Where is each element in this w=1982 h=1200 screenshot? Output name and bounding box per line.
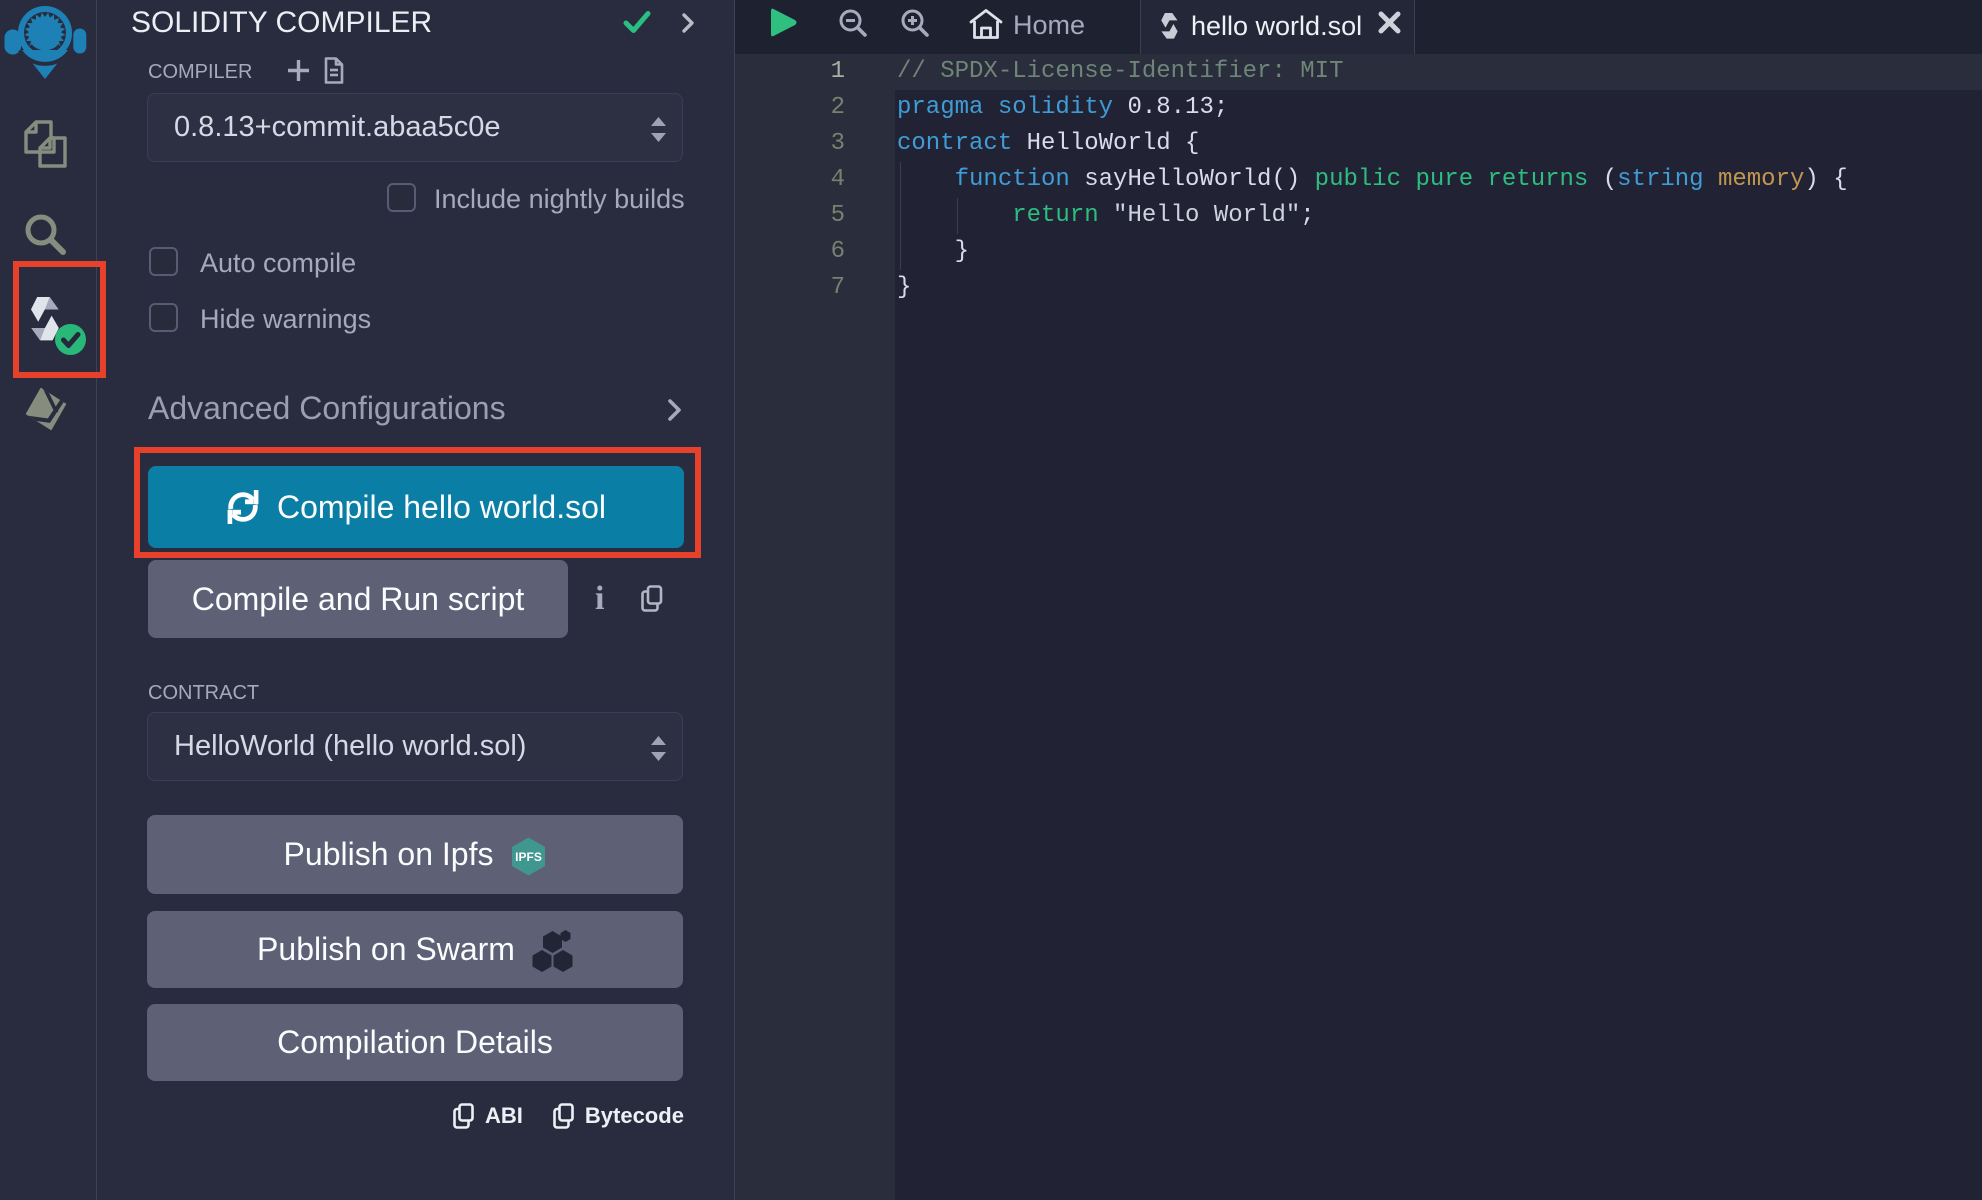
svg-text:IPFS: IPFS	[516, 850, 543, 864]
